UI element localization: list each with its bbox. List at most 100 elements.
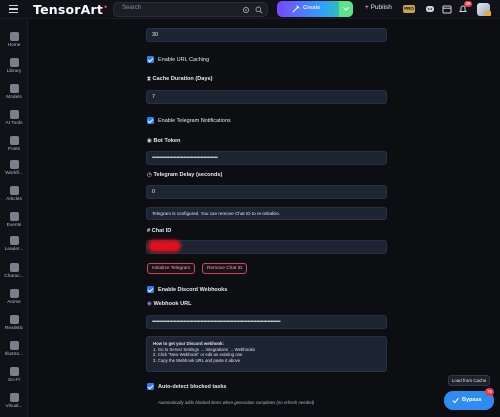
discord-howto-box: How to get your Discord webhook: 1. Go t…	[146, 336, 387, 372]
bot-token-input[interactable]: ••••••••••••••••••••••••••••••••••••••••…	[146, 151, 387, 165]
sidebar-item-label: Articles	[6, 197, 22, 202]
label-text: Bot Token	[153, 138, 181, 144]
search-icon[interactable]	[255, 6, 263, 14]
create-button[interactable]: Create	[277, 1, 353, 17]
sidebar: Home Library Models AI Tools Posts Workf…	[0, 19, 28, 417]
sidebar-item-workflow[interactable]: Workfl...	[0, 160, 28, 176]
load-from-cache-toast[interactable]: Load from Cache	[448, 375, 490, 386]
sidebar-item-label: Sci-Fi	[7, 378, 21, 383]
workflow-icon	[9, 160, 19, 169]
sidebar-item-events[interactable]: Events	[0, 212, 28, 228]
home-icon	[9, 32, 19, 41]
top-bar: TensorArt✦ Search Create + Publish PRO 2…	[0, 0, 500, 19]
bypass-count-badge: 76	[485, 388, 494, 396]
sidebar-item-label: Realistic	[4, 326, 24, 331]
sidebar-item-characters[interactable]: Charac...	[0, 263, 28, 279]
sidebar-item-anime[interactable]: Anime	[0, 289, 28, 305]
sidebar-item-realistic[interactable]: Realistic	[0, 315, 28, 331]
chat-id-label: # Chat ID	[147, 228, 172, 234]
sidebar-item-label: Leader...	[4, 247, 24, 252]
redacted-chat-id	[148, 240, 181, 252]
ai-tools-icon	[9, 110, 19, 119]
checkbox-checked-icon	[147, 56, 154, 63]
top-value-input[interactable]: 30	[146, 28, 387, 42]
sidebar-item-label: Illustra...	[4, 352, 24, 357]
remove-chat-id-button[interactable]: Remove Chat ID	[202, 263, 248, 274]
sidebar-item-scifi[interactable]: Sci-Fi	[0, 367, 28, 383]
chevron-down-icon	[343, 7, 349, 11]
webhook-url-input[interactable]: ••••••••••••••••••••••••••••••••••••••••…	[146, 315, 387, 329]
checkbox-checked-icon	[147, 286, 154, 293]
sidebar-item-label: Models	[6, 95, 22, 100]
notification-badge: 29	[464, 1, 473, 7]
publish-button[interactable]: + Publish	[365, 4, 392, 11]
telegram-delay-label: ◷ Telegram Delay (seconds)	[147, 172, 222, 178]
sidebar-item-label: Events	[6, 223, 22, 228]
checkbox-checked-icon	[147, 117, 154, 124]
enable-telegram-checkbox[interactable]: Enable Telegram Notifications	[147, 117, 231, 124]
scifi-icon	[9, 367, 19, 376]
sidebar-item-ai-tools[interactable]: AI Tools	[0, 110, 28, 126]
chat-id-input[interactable]	[146, 240, 387, 254]
bypass-label: Bypass	[462, 397, 482, 403]
enable-url-caching-checkbox[interactable]: Enable URL Caching	[147, 56, 209, 63]
sidebar-item-articles[interactable]: Articles	[0, 186, 28, 202]
cache-duration-input[interactable]: 7	[146, 90, 387, 104]
search-placeholder: Search	[122, 5, 142, 11]
label-text: Cache Duration (Days)	[152, 76, 213, 82]
realistic-icon	[9, 315, 19, 324]
auto-detect-checkbox[interactable]: Auto-detect blocked tasks	[147, 383, 226, 390]
discord-icon[interactable]	[425, 4, 435, 14]
models-icon	[9, 84, 19, 93]
sidebar-item-home[interactable]: Home	[0, 32, 28, 48]
label-text: Telegram Delay (seconds)	[153, 172, 223, 178]
sidebar-item-label: Anime	[7, 300, 21, 305]
sidebar-item-label: Library	[6, 69, 22, 74]
label-text: Webhook URL	[153, 301, 192, 307]
calendar-icon[interactable]	[442, 4, 452, 14]
illustration-icon	[9, 341, 19, 350]
create-label: Create	[303, 5, 321, 11]
wand-icon	[292, 5, 300, 13]
create-dropdown[interactable]	[339, 1, 353, 17]
sidebar-item-visual[interactable]: Visual...	[0, 393, 28, 409]
sidebar-item-label: Charac...	[4, 274, 24, 279]
enable-discord-checkbox[interactable]: Enable Discord Webhooks	[147, 286, 227, 293]
discord-icon: ◉	[147, 301, 152, 307]
checkbox-label: Enable Telegram Notifications	[158, 117, 231, 124]
sidebar-item-library[interactable]: Library	[0, 58, 28, 74]
sidebar-item-leaderboard[interactable]: Leader...	[0, 236, 28, 252]
avatar-flag-badge	[484, 11, 491, 16]
sidebar-item-label: Posts	[8, 147, 20, 152]
webhook-url-label: ◉ Webhook URL	[147, 301, 192, 307]
howto-step: 3. Copy the Webhook URL and paste it abo…	[153, 357, 241, 363]
leaderboard-icon	[9, 236, 19, 245]
bypass-icon	[452, 398, 459, 404]
image-search-icon[interactable]	[242, 6, 250, 14]
sidebar-item-label: Workfl...	[5, 171, 23, 176]
checkbox-label: Enable URL Caching	[158, 56, 210, 63]
events-icon	[9, 212, 19, 221]
sidebar-item-posts[interactable]: Posts	[0, 136, 28, 152]
sidebar-item-models[interactable]: Models	[0, 84, 28, 100]
hourglass-icon: ⧗	[147, 76, 151, 82]
cache-duration-label: ⧗ Cache Duration (Days)	[147, 76, 213, 83]
menu-icon[interactable]	[9, 5, 18, 14]
anime-icon	[9, 289, 19, 298]
telegram-delay-input[interactable]: 0	[146, 185, 387, 199]
articles-icon	[9, 186, 19, 195]
sidebar-item-label: Home	[7, 43, 21, 48]
search-input[interactable]: Search	[113, 2, 268, 17]
initialize-telegram-button[interactable]: Initialize Telegram	[147, 263, 196, 274]
bot-token-label: ◉ Bot Token	[147, 138, 180, 144]
robot-icon: ◉	[147, 138, 152, 144]
checkbox-label: Auto-detect blocked tasks	[158, 383, 227, 390]
auto-detect-helper-text: Automatically adds blocked items when ge…	[158, 400, 315, 405]
pro-badge[interactable]: PRO	[403, 5, 415, 13]
sidebar-item-illustration[interactable]: Illustra...	[0, 341, 28, 357]
library-icon	[9, 58, 19, 67]
timer-icon: ◷	[147, 172, 152, 178]
logo[interactable]: TensorArt✦	[33, 2, 108, 17]
checkbox-checked-icon	[147, 383, 154, 390]
posts-icon	[9, 136, 19, 145]
